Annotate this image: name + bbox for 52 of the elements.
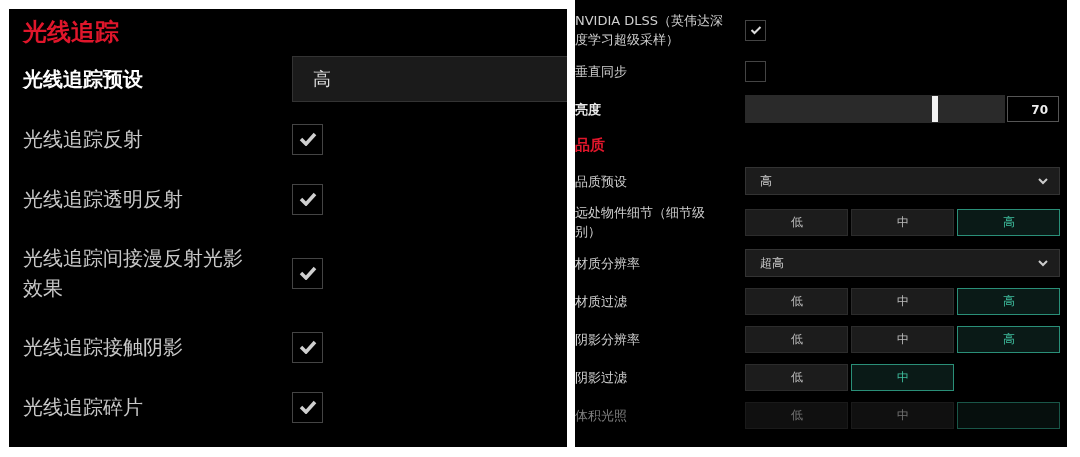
setting-label: NVIDIA DLSS（英伟达深度学习超级采样） (575, 12, 725, 49)
option-button[interactable]: 低 (745, 287, 848, 315)
option-button[interactable]: 低 (745, 325, 848, 353)
setting-label: 体积光照 (575, 406, 628, 425)
setting-label: 光线追踪透明反射 (23, 186, 184, 213)
checkmark-icon (298, 266, 317, 280)
setting-label: 垂直同步 (575, 62, 628, 81)
option-button[interactable]: 低 (745, 363, 848, 391)
checkbox[interactable] (292, 391, 323, 423)
option-button[interactable]: 中 (851, 363, 954, 391)
setting-label: 光线追踪接触阴影 (23, 334, 184, 361)
checkmark-icon (298, 340, 317, 354)
option-button[interactable]: 中 (851, 325, 954, 353)
checkmark-icon (298, 400, 317, 414)
value-field[interactable]: 70 (1007, 96, 1059, 122)
section-heading: 光线追踪 (23, 17, 120, 48)
setting-label: 材质分辨率 (575, 254, 641, 273)
section-heading: 品质 (575, 135, 606, 155)
checkmark-icon (298, 192, 317, 206)
checkmark-icon (298, 132, 317, 146)
checkbox[interactable] (292, 183, 323, 215)
setting-label: 光线追踪预设 (23, 66, 144, 93)
checkbox[interactable] (745, 19, 766, 41)
setting-label: 光线追踪碎片 (23, 394, 144, 421)
setting-label: 阴影分辨率 (575, 330, 641, 349)
slider-thumb[interactable] (931, 96, 938, 122)
setting-label: 材质过滤 (575, 292, 628, 311)
checkmark-icon (749, 25, 762, 35)
chevron-down-icon (1037, 177, 1049, 185)
setting-label: 光线追踪间接漫反射光影效果 (23, 245, 244, 302)
setting-label: 远处物件细节（细节级别） (575, 204, 706, 241)
checkbox[interactable] (745, 60, 766, 82)
checkbox[interactable] (292, 257, 323, 289)
setting-label: 品质预设 (575, 172, 628, 191)
dropdown[interactable]: 高 (292, 56, 567, 102)
option-button[interactable]: 低 (745, 208, 848, 236)
dropdown[interactable]: 高 (745, 167, 1060, 195)
slider-track[interactable] (745, 95, 1005, 123)
option-button[interactable]: 中 (851, 287, 954, 315)
setting-label: 阴影过滤 (575, 368, 628, 387)
option-button[interactable]: 高 (957, 287, 1060, 315)
checkbox[interactable] (292, 331, 323, 363)
option-button[interactable]: 高 (957, 325, 1060, 353)
option-button[interactable]: 低 (745, 401, 848, 429)
checkbox[interactable] (292, 123, 323, 155)
option-button[interactable]: 中 (851, 208, 954, 236)
option-button[interactable]: 中 (851, 401, 954, 429)
chevron-down-icon (1037, 259, 1049, 267)
setting-label: 亮度 (575, 100, 602, 119)
dropdown[interactable]: 超高 (745, 249, 1060, 277)
option-button[interactable]: 高 (957, 208, 1060, 236)
setting-label: 光线追踪反射 (23, 126, 144, 153)
